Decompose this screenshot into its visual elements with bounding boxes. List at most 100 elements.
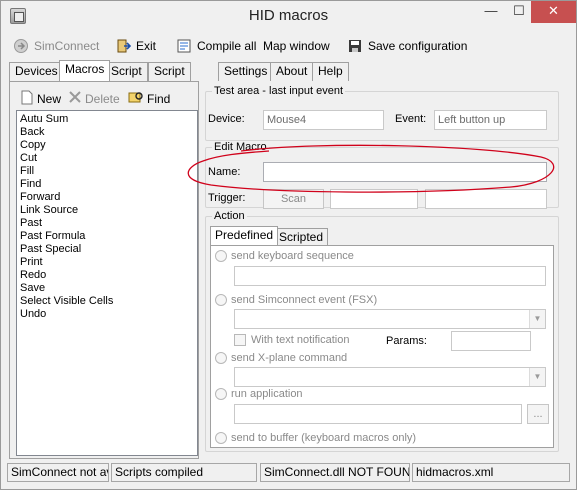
- list-item[interactable]: Fill: [20, 165, 194, 178]
- status-bar: SimConnect not av Scripts compiled SimCo…: [7, 463, 570, 483]
- device-field[interactable]: Mouse4: [263, 110, 384, 130]
- text-notification-checkbox[interactable]: With text notification: [234, 334, 349, 346]
- close-button[interactable]: ✕: [531, 1, 576, 23]
- list-item[interactable]: Undo: [20, 308, 194, 321]
- list-item[interactable]: Cut: [20, 152, 194, 165]
- find-button[interactable]: Find: [128, 90, 170, 107]
- chevron-down-icon: ▼: [529, 368, 545, 386]
- name-label: Name:: [208, 166, 241, 178]
- list-item[interactable]: Past Formula: [20, 230, 194, 243]
- list-item[interactable]: Print: [20, 256, 194, 269]
- send-simconnect-option[interactable]: send Simconnect event (FSX): [215, 294, 377, 306]
- macro-editor: Test area - last input event Device: Mou…: [201, 81, 567, 459]
- send-xplane-label: send X-plane command: [231, 352, 348, 364]
- scan-button[interactable]: Scan: [263, 189, 324, 209]
- status-config-file: hidmacros.xml: [412, 463, 570, 482]
- find-label: Find: [147, 91, 171, 106]
- list-item[interactable]: Back: [20, 126, 194, 139]
- list-item[interactable]: Past Special: [20, 243, 194, 256]
- map-window-button[interactable]: Map window: [259, 35, 334, 57]
- chevron-down-icon: ▼: [529, 310, 545, 328]
- keyboard-sequence-field[interactable]: [234, 266, 546, 286]
- macro-list[interactable]: Autu Sum Back Copy Cut Fill Find Forward Link S…: [16, 110, 198, 456]
- list-item[interactable]: Find: [20, 178, 194, 191]
- send-to-buffer-option[interactable]: send to buffer (keyboard macros only): [215, 432, 416, 444]
- tab-script[interactable]: Script: [105, 62, 148, 81]
- new-label: New: [37, 92, 62, 106]
- test-area-group: Test area - last input event Device: Mou…: [205, 85, 559, 141]
- application-path-field[interactable]: [234, 404, 522, 424]
- new-icon: [20, 90, 34, 108]
- list-item[interactable]: Select Visible Cells: [20, 295, 194, 308]
- status-scripts: Scripts compiled: [111, 463, 257, 482]
- edit-macro-group: Edit Macro Name: Trigger: Scan: [205, 141, 559, 209]
- trigger-event-field[interactable]: [425, 189, 547, 209]
- compile-all-label: Compile all: [197, 39, 257, 53]
- checkbox-icon: [234, 334, 246, 346]
- event-field[interactable]: Left button up: [434, 110, 547, 130]
- params-label: Params:: [386, 335, 427, 347]
- radio-icon: [215, 294, 227, 306]
- exit-icon: [115, 38, 132, 54]
- macro-list-pane: New Delete Find Autu Sum Back Copy Cut Fill F…: [9, 81, 199, 459]
- trigger-label: Trigger:: [208, 192, 246, 204]
- run-application-option[interactable]: run application: [215, 388, 303, 400]
- list-item[interactable]: Forward: [20, 191, 194, 204]
- radio-icon: [215, 250, 227, 262]
- list-item[interactable]: Redo: [20, 269, 194, 282]
- tab-predefined[interactable]: Predefined: [210, 226, 279, 245]
- browse-button[interactable]: ...: [527, 404, 549, 424]
- list-item[interactable]: Copy: [20, 139, 194, 152]
- radio-icon: [215, 388, 227, 400]
- send-keyboard-option[interactable]: send keyboard sequence: [215, 250, 354, 262]
- delete-label: Delete: [85, 91, 120, 106]
- tab-help[interactable]: Help: [312, 62, 349, 81]
- compile-all-button[interactable]: Compile all: [172, 35, 260, 57]
- find-icon: [128, 90, 144, 107]
- send-keyboard-label: send keyboard sequence: [231, 250, 354, 262]
- tab-script-tools[interactable]: Script tools: [148, 62, 191, 95]
- save-configuration-button[interactable]: Save configuration: [343, 35, 471, 57]
- save-configuration-label: Save configuration: [368, 39, 468, 53]
- event-label: Event:: [395, 113, 427, 125]
- simconnect-label: SimConnect: [34, 39, 100, 53]
- maximize-button[interactable]: ☐: [505, 1, 533, 23]
- name-field[interactable]: [263, 162, 547, 182]
- tab-settings[interactable]: Settings: [218, 62, 274, 81]
- predefined-panel: send keyboard sequence send Simconnect e…: [210, 245, 554, 448]
- send-xplane-option[interactable]: send X-plane command: [215, 352, 347, 364]
- device-label: Device:: [208, 113, 245, 125]
- minimize-button[interactable]: —: [477, 1, 505, 23]
- send-simconnect-label: send Simconnect event (FSX): [231, 294, 378, 306]
- radio-icon: [215, 432, 227, 444]
- trigger-device-field[interactable]: [330, 189, 418, 209]
- compile-icon: [176, 38, 192, 54]
- exit-button[interactable]: Exit: [111, 35, 160, 57]
- simconnect-event-select[interactable]: ▼: [234, 309, 546, 329]
- status-dll: SimConnect.dll NOT FOUN: [260, 463, 410, 482]
- delete-button[interactable]: Delete: [68, 90, 120, 107]
- simconnect-button[interactable]: SimConnect: [9, 35, 103, 57]
- test-area-legend: Test area - last input event: [212, 85, 346, 97]
- action-group: Action Predefined Scripted send keyboard…: [205, 210, 559, 452]
- app-window: HID macros — ☐ ✕ SimConnect Exit Compile…: [0, 0, 577, 490]
- edit-macro-legend: Edit Macro: [212, 141, 269, 153]
- list-item[interactable]: Link Source: [20, 204, 194, 217]
- send-to-buffer-label: send to buffer (keyboard macros only): [231, 432, 417, 444]
- action-legend: Action: [212, 210, 247, 222]
- tab-scripted[interactable]: Scripted: [274, 228, 329, 245]
- radio-icon: [215, 352, 227, 364]
- exit-label: Exit: [136, 39, 157, 53]
- xplane-command-select[interactable]: ▼: [234, 367, 546, 387]
- map-window-label: Map window: [263, 39, 330, 53]
- list-item[interactable]: Autu Sum: [20, 113, 194, 126]
- list-item[interactable]: Save: [20, 282, 194, 295]
- tab-devices[interactable]: Devices: [9, 62, 64, 81]
- tab-about[interactable]: About: [270, 62, 314, 81]
- status-simconnect: SimConnect not av: [7, 463, 109, 482]
- list-item[interactable]: Past: [20, 217, 194, 230]
- new-button[interactable]: New: [20, 90, 61, 108]
- params-field[interactable]: [451, 331, 531, 351]
- tab-macros[interactable]: Macros: [59, 60, 111, 81]
- text-notification-label: With text notification: [251, 334, 350, 346]
